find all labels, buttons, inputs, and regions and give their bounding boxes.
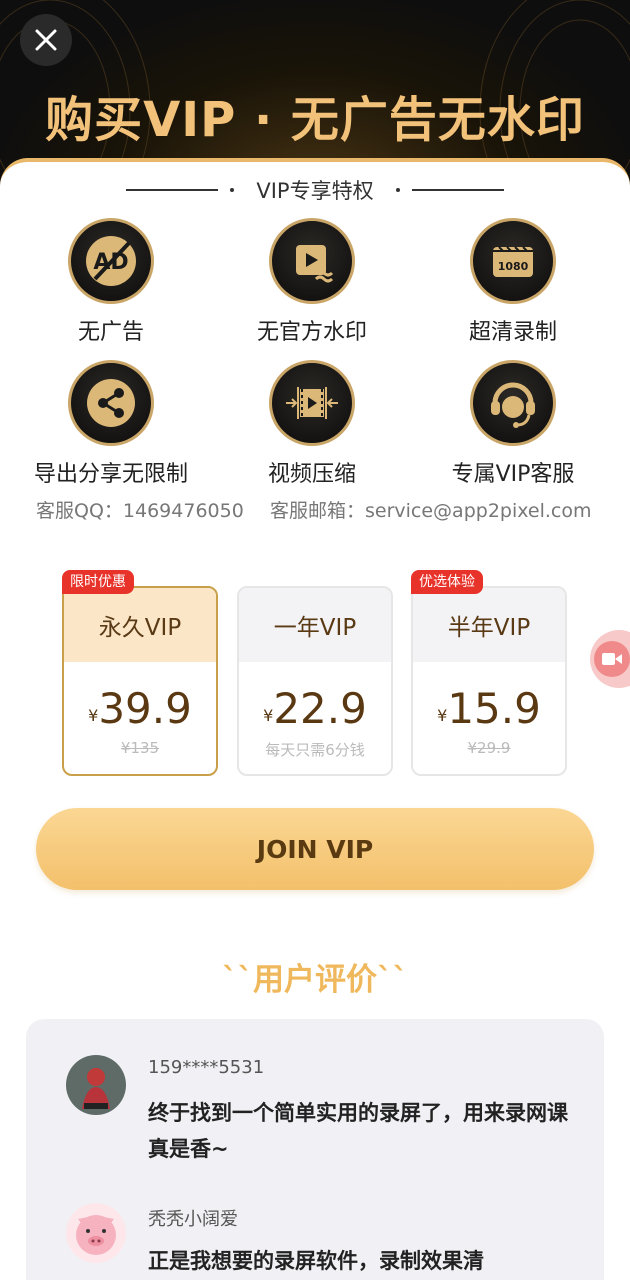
contact-email[interactable]: 客服邮箱：service@app2pixel.com [270,496,592,523]
plan-lifetime[interactable]: 永久VIP ¥39.9 ¥135 [62,586,218,776]
review-text: 正是我想要的录屏软件，录制效果清 [148,1249,484,1273]
feature-compress: 视频压缩 [212,360,412,488]
price-value: 22.9 [273,684,367,733]
currency-symbol: ¥ [263,706,274,725]
divider-dot [395,188,400,192]
avatar [66,1055,126,1115]
currency-symbol: ¥ [437,706,448,725]
feature-label: 视频压缩 [267,462,356,487]
feature-no-watermark: 无官方水印 [212,218,412,346]
1080-film-icon: 1080 [470,218,556,304]
plan-title: 半年VIP [413,588,565,662]
contact-qq[interactable]: 客服QQ：1469476050 [36,496,244,523]
no-ad-icon: AD [68,218,154,304]
plan-note: 每天只需6分钱 [265,741,365,759]
video-compress-icon [269,360,355,446]
divider-dot [230,188,235,192]
record-icon [594,641,630,677]
feature-label: 导出分享无限制 [33,462,188,487]
video-watermark-icon [269,218,355,304]
customer-service-icon [470,360,556,446]
close-icon [35,29,57,51]
feature-support: 专属VIP客服 [413,360,613,488]
badge-1080: 1080 [498,260,529,273]
promo-badge: 优选体验 [411,570,483,594]
review-username: 秃秃小阔爱 [148,1209,238,1230]
reviews-panel[interactable]: 159****5531 终于找到一个简单实用的录屏了，用来录网课真是香~ 秃秃小… [26,1019,604,1280]
original-price: ¥135 [120,739,160,757]
price-value: 39.9 [98,684,192,733]
review-text: 终于找到一个简单实用的录屏了，用来录网课真是香~ [148,1101,568,1161]
divider-line [126,189,219,191]
feature-label: 无官方水印 [256,320,367,345]
feature-label: 专属VIP客服 [451,462,575,487]
feature-label: 超清录制 [468,320,557,345]
page-title: 购买VIP · 无广告无水印 [45,92,585,148]
close-button[interactable] [20,14,72,66]
plan-yearly[interactable]: 一年VIP ¥22.9 每天只需6分钱 [237,586,393,776]
feature-no-ad: AD 无广告 [11,218,211,346]
feature-share: 导出分享无限制 [11,360,211,488]
feature-label: 无广告 [77,320,144,345]
plan-price: ¥15.9 [413,684,565,733]
plan-title: 一年VIP [239,588,391,662]
review-username: 159****5531 [148,1057,265,1078]
reviews-title: ``用户评价`` [222,962,408,998]
plan-price: ¥39.9 [64,684,216,733]
divider-line [411,189,504,191]
plan-title: 永久VIP [64,588,216,662]
section-title: VIP专享特权 [256,179,374,203]
join-vip-button[interactable]: JOIN VIP [36,808,594,890]
section-header: VIP专享特权 [0,175,630,205]
plan-price: ¥22.9 [239,684,391,733]
original-price: ¥29.9 [467,739,511,757]
price-value: 15.9 [447,684,541,733]
share-icon [68,360,154,446]
promo-badge: 限时优惠 [62,570,134,594]
feature-hd: 1080 超清录制 [413,218,613,346]
currency-symbol: ¥ [88,706,99,725]
plan-half-year[interactable]: 半年VIP ¥15.9 ¥29.9 [411,586,567,776]
avatar [66,1203,126,1263]
